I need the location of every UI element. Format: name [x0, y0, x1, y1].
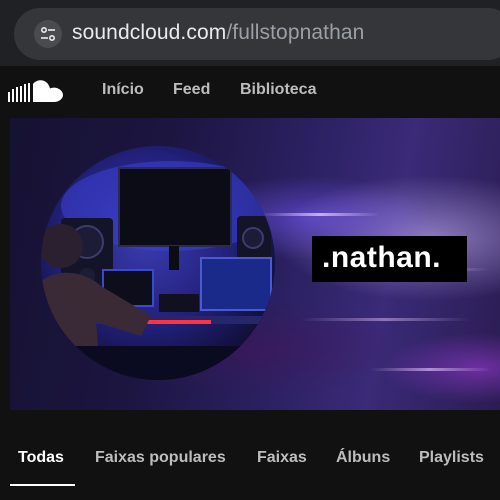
browser-toolbar: soundcloud.com/fullstopnathan	[0, 0, 500, 66]
profile-banner: .nathan.	[10, 118, 500, 410]
nav-biblioteca[interactable]: Biblioteca	[240, 81, 316, 99]
site-header: Início Feed Biblioteca	[0, 66, 500, 118]
address-bar[interactable]: soundcloud.com/fullstopnathan	[14, 8, 500, 60]
url-path: /fullstopnathan	[226, 21, 365, 44]
tab-faixas[interactable]: Faixas	[257, 449, 307, 467]
tab-todas[interactable]: Todas	[18, 449, 64, 467]
tune-icon[interactable]	[34, 20, 62, 48]
light-streak	[370, 368, 490, 371]
url-text[interactable]: soundcloud.com/fullstopnathan	[72, 21, 364, 45]
url-domain: soundcloud.com	[72, 21, 227, 44]
tab-playlists[interactable]: Playlists	[419, 449, 484, 467]
profile-tabs: Todas Faixas populares Faixas Álbuns Pla…	[0, 410, 500, 500]
artist-name-label: .nathan.	[312, 236, 467, 282]
active-tab-indicator	[10, 484, 75, 486]
light-streak	[260, 213, 380, 216]
artist-name: .nathan.	[322, 241, 442, 274]
nav-inicio[interactable]: Início	[102, 81, 144, 99]
tab-albuns[interactable]: Álbuns	[336, 449, 390, 467]
profile-avatar[interactable]	[41, 146, 275, 380]
soundcloud-logo-icon[interactable]	[8, 78, 66, 109]
tab-faixas-populares[interactable]: Faixas populares	[95, 449, 226, 467]
nav-feed[interactable]: Feed	[173, 81, 210, 99]
light-streak	[300, 318, 470, 321]
